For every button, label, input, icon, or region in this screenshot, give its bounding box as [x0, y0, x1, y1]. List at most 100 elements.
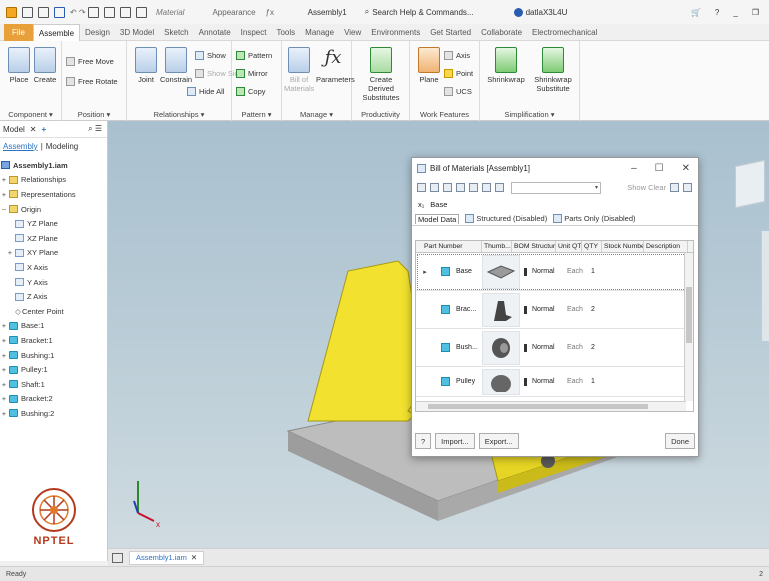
expand-icon[interactable]: +	[0, 365, 8, 374]
view-cube[interactable]	[735, 159, 765, 209]
tree-node[interactable]: + Bracket:1	[0, 333, 107, 348]
row-bom-structure[interactable]: Normal	[520, 267, 564, 276]
import-button[interactable]: Import...	[435, 433, 475, 449]
tree-node[interactable]: − Origin	[0, 202, 107, 217]
tab-environments[interactable]: Environments	[366, 24, 425, 41]
panel-title-component[interactable]: Component ▾	[0, 110, 61, 119]
tree-node[interactable]: XZ Plane	[0, 231, 107, 246]
row-qty[interactable]: 2	[588, 344, 608, 351]
settings-icon[interactable]	[683, 183, 692, 192]
tree-node[interactable]: YZ Plane	[0, 216, 107, 231]
table-row[interactable]: ▸ Base Normal Each 1	[416, 253, 693, 291]
tab-collaborate[interactable]: Collaborate	[476, 24, 527, 41]
tree-node[interactable]: + Pulley:1	[0, 362, 107, 377]
col-unit-qty[interactable]: Unit QTY	[556, 241, 582, 252]
copy-button[interactable]: Copy	[236, 85, 266, 97]
minimize-button[interactable]: _	[733, 8, 737, 17]
search-menu-icon[interactable]: ⌕ ☰	[88, 124, 107, 134]
expand-icon[interactable]: +	[0, 336, 8, 345]
tab-manage[interactable]: Manage	[300, 24, 339, 41]
joint-button[interactable]: Joint	[129, 47, 163, 84]
redo-icon[interactable]: ↷	[79, 8, 86, 17]
free-move-button[interactable]: Free Move	[66, 55, 114, 67]
restore-button[interactable]: ❐	[752, 8, 759, 17]
tree-node[interactable]: Y Axis	[0, 275, 107, 290]
shrinkwrap-substitute-button[interactable]: Shrinkwrap Substitute	[530, 47, 576, 93]
tab-file[interactable]: File	[4, 23, 33, 41]
show-button[interactable]: Show	[195, 49, 226, 61]
hide-all-button[interactable]: Hide All	[187, 85, 224, 97]
grid-horizontal-scrollbar[interactable]	[416, 401, 686, 411]
mirror-button[interactable]: Mirror	[236, 67, 268, 79]
app-icon[interactable]	[6, 6, 17, 18]
row-qty[interactable]: 2	[588, 306, 608, 313]
row-bom-structure[interactable]: Normal	[520, 305, 564, 314]
tree-node[interactable]: + Relationships	[0, 173, 107, 188]
new-icon[interactable]	[22, 6, 33, 18]
close-tab-icon[interactable]: ✕	[191, 553, 197, 562]
appearance-dropdown[interactable]: Appearance	[212, 8, 255, 17]
tree-root[interactable]: Assembly1.iam	[0, 158, 107, 173]
fx-icon[interactable]: ƒx	[266, 8, 274, 17]
save-icon[interactable]	[54, 6, 65, 18]
tree-node[interactable]: + Bushing:2	[0, 406, 107, 421]
update-icon[interactable]	[104, 6, 115, 18]
axis-button[interactable]: Axis	[444, 49, 470, 61]
tab-3d-model[interactable]: 3D Model	[115, 24, 159, 41]
col-part-number[interactable]: Part Number	[416, 241, 482, 252]
help-icon[interactable]: ?	[715, 8, 719, 17]
panel-title-relationships[interactable]: Relationships ▾	[127, 110, 231, 119]
point-button[interactable]: Point	[444, 67, 473, 79]
undo-icon[interactable]: ↶	[70, 8, 77, 17]
document-tab[interactable]: Assembly1.iam ✕	[129, 550, 205, 565]
add-browser-icon[interactable]: +	[42, 125, 47, 134]
tree-node[interactable]: Z Axis	[0, 289, 107, 304]
browser-tab-modeling[interactable]: Modeling	[46, 142, 78, 151]
grid-vertical-scrollbar[interactable]	[684, 253, 693, 401]
search-help-field[interactable]: ⌕ Search Help & Commands...	[365, 7, 474, 17]
constrain-button[interactable]: Constrain	[159, 47, 193, 84]
row-qty[interactable]: 1	[588, 378, 608, 385]
tab-get-started[interactable]: Get Started	[425, 24, 476, 41]
tree-node[interactable]: + Bracket:2	[0, 392, 107, 407]
table-row[interactable]: Pulley Normal Each 1	[416, 367, 693, 397]
tab-view[interactable]: View	[339, 24, 366, 41]
panel-title-manage[interactable]: Manage ▾	[282, 110, 351, 119]
measure-icon[interactable]	[120, 6, 131, 18]
expand-icon[interactable]: +	[6, 248, 14, 257]
tab-structured[interactable]: Structured (Disabled)	[465, 214, 547, 223]
col-stock-number[interactable]: Stock Number	[602, 241, 644, 252]
choose-columns-icon[interactable]	[430, 183, 439, 192]
close-icon[interactable]: ✕	[30, 125, 37, 134]
grid-horizontal-scroll-thumb[interactable]	[428, 404, 648, 409]
expand-icon[interactable]: +	[0, 409, 8, 418]
tab-electromechanical[interactable]: Electromechanical	[527, 24, 602, 41]
panel-title-pattern[interactable]: Pattern ▾	[232, 110, 281, 119]
pattern-button[interactable]: Pattern	[236, 49, 272, 61]
minimize-button[interactable]: –	[631, 163, 637, 174]
tree-node[interactable]: ◇ Center Point	[0, 304, 107, 319]
row-bom-structure[interactable]: Normal	[520, 377, 564, 386]
show-clear-button[interactable]: Show Clear	[627, 183, 666, 192]
tree-node[interactable]: + Base:1	[0, 319, 107, 334]
panel-title-position[interactable]: Position ▾	[62, 110, 126, 119]
tab-sketch[interactable]: Sketch	[159, 24, 193, 41]
merge-icon[interactable]	[456, 183, 465, 192]
tab-assemble[interactable]: Assemble	[32, 23, 81, 41]
material-dropdown[interactable]: Material	[156, 8, 184, 17]
expand-icon[interactable]: +	[0, 175, 8, 184]
export-icon[interactable]	[670, 183, 679, 192]
tree-node[interactable]: + Bushing:1	[0, 348, 107, 363]
parameters-button[interactable]: ƒx Parameters	[316, 47, 355, 84]
bill-of-materials-button[interactable]: Bill of Materials	[284, 47, 314, 93]
tab-tools[interactable]: Tools	[271, 24, 300, 41]
home-icon[interactable]	[88, 6, 99, 18]
expand-icon[interactable]: +	[0, 394, 8, 403]
tab-inspect[interactable]: Inspect	[236, 24, 272, 41]
filter-combo[interactable]: ▾	[511, 181, 601, 194]
expand-icon[interactable]: +	[0, 380, 8, 389]
tab-parts-only[interactable]: Parts Only (Disabled)	[553, 214, 636, 223]
find-icon[interactable]	[495, 183, 504, 192]
expand-icon[interactable]: +	[0, 351, 8, 360]
shrinkwrap-button[interactable]: Shrinkwrap	[486, 47, 526, 84]
